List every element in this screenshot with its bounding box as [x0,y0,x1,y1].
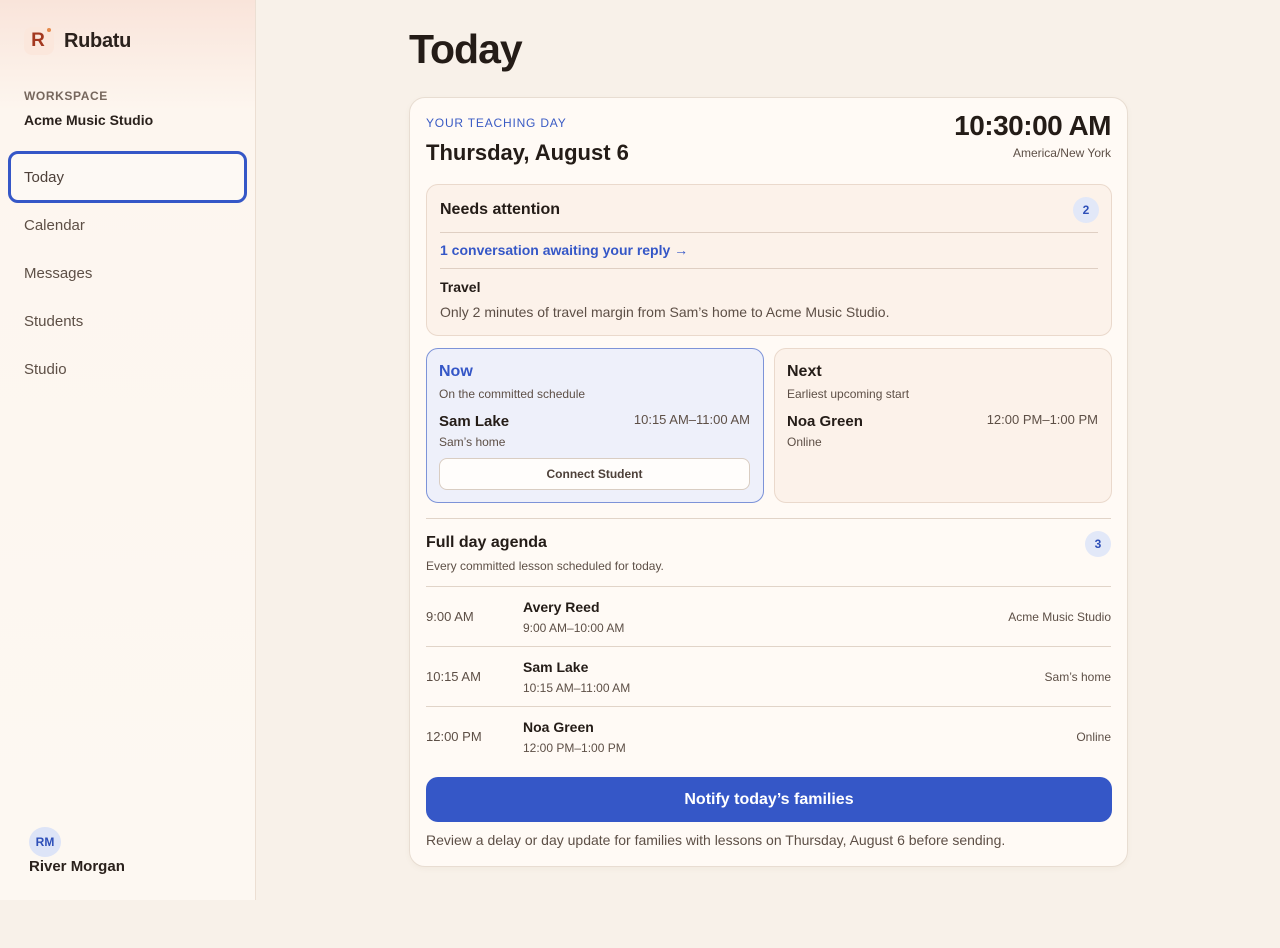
agenda-location: Online [1076,730,1111,744]
next-title: Next [787,363,822,380]
agenda-list: 9:00 AM Avery Reed 9:00 AM–10:00 AM Acme… [426,586,1111,766]
agenda-location: Sam’s home [1044,670,1111,684]
sidebar: R Rubatu WORKSPACE Acme Music Studio Tod… [0,0,256,900]
now-lesson-location: Sam’s home [439,435,506,449]
avatar: RM [29,827,61,857]
workspace-label: WORKSPACE [24,89,108,103]
timezone: America/New York [1012,146,1111,160]
now-student-name: Sam Lake [439,413,510,430]
notify-families-button[interactable]: Notify today’s families [426,777,1112,822]
next-student-name: Noa Green [787,413,863,430]
now-lesson-panel: Now On the committed schedule Sam Lake 1… [426,348,764,503]
user-name: River Morgan [29,858,125,875]
needs-attention-title: Needs attention [440,201,561,218]
brand-name: Rubatu [64,29,132,52]
agenda-start-time: 12:00 PM [426,729,482,744]
agenda-time-range: 10:15 AM–11:00 AM [523,681,631,695]
agenda-row[interactable]: 12:00 PM Noa Green 12:00 PM–1:00 PM Onli… [426,706,1111,766]
next-lesson-location: Online [787,435,822,449]
brand-mark-dot [47,28,51,32]
agenda-count-badge: 3 [1085,531,1111,557]
teaching-day-eyebrow: YOUR TEACHING DAY [426,116,567,130]
nav-item-calendar[interactable]: Calendar [8,199,247,251]
agenda-row[interactable]: 9:00 AM Avery Reed 9:00 AM–10:00 AM Acme… [426,586,1111,646]
agenda-student-name: Sam Lake [523,659,589,675]
current-date: Thursday, August 6 [426,140,629,165]
conversation-reply-link[interactable]: 1 conversation awaiting your reply → [440,242,688,258]
agenda-student-name: Avery Reed [523,599,600,615]
main-nav: Today Calendar Messages Students Studio [8,151,247,395]
agenda-time-range: 9:00 AM–10:00 AM [523,621,625,635]
agenda-start-time: 9:00 AM [426,609,474,624]
next-lesson-time: 12:00 PM–1:00 PM [986,412,1098,427]
agenda-title: Full day agenda [426,534,547,551]
brand-mark-letter: R [31,30,45,51]
agenda-time-range: 12:00 PM–1:00 PM [523,741,626,755]
connect-student-button[interactable]: Connect Student [439,458,750,490]
teaching-day-card: YOUR TEACHING DAY Thursday, August 6 10:… [409,97,1128,867]
page-title: Today [409,26,523,72]
nav-item-studio[interactable]: Studio [8,343,247,395]
attention-count-badge: 2 [1073,197,1099,223]
next-lesson-panel: Next Earliest upcoming start Noa Green 1… [774,348,1112,503]
travel-warning-text: Only 2 minutes of travel margin from Sam… [440,304,890,320]
agenda-start-time: 10:15 AM [426,669,481,684]
agenda-subtitle: Every committed lesson scheduled for tod… [426,559,664,573]
now-lesson-time: 10:15 AM–11:00 AM [633,412,750,427]
workspace-name: Acme Music Studio [24,112,154,128]
notify-families-note: Review a delay or day update for familie… [426,832,1006,848]
user-profile[interactable]: RM River Morgan [29,827,125,875]
now-title: Now [439,363,473,380]
next-subtitle: Earliest upcoming start [787,387,910,401]
nav-item-messages[interactable]: Messages [8,247,247,299]
current-time: 10:30:00 AM [954,110,1111,141]
divider [440,268,1098,269]
needs-attention-panel: Needs attention 2 1 conversation awaitin… [426,184,1112,336]
travel-warning-title: Travel [440,279,481,295]
divider [440,232,1098,233]
brand[interactable]: R Rubatu [24,27,131,55]
nav-item-today[interactable]: Today [8,151,247,203]
divider [426,518,1111,519]
now-subtitle: On the committed schedule [439,387,586,401]
rubatu-logo-icon: R [24,27,54,55]
agenda-row[interactable]: 10:15 AM Sam Lake 10:15 AM–11:00 AM Sam’… [426,646,1111,706]
agenda-location: Acme Music Studio [1008,610,1111,624]
nav-item-students[interactable]: Students [8,295,247,347]
agenda-student-name: Noa Green [523,719,594,735]
